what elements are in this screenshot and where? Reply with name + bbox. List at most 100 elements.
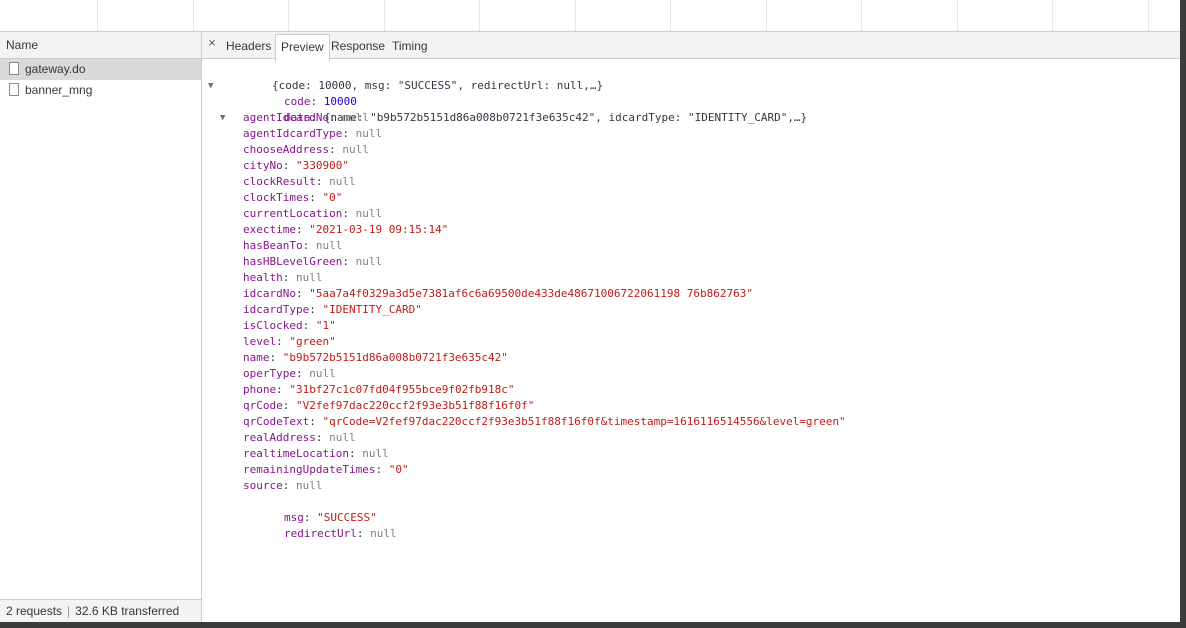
timeline-gridline bbox=[1148, 0, 1149, 31]
json-key: phone bbox=[243, 383, 277, 396]
json-key: isClocked bbox=[243, 319, 303, 332]
json-value: "31bf27c1c07fd04f955bce9f02fb918c" bbox=[289, 383, 515, 396]
json-field-currentlocation: currentLocation: null bbox=[243, 207, 383, 220]
tab-timing[interactable]: Timing bbox=[387, 32, 433, 58]
timeline-gridline bbox=[766, 0, 767, 31]
json-value: "IDENTITY_CARD" bbox=[322, 303, 422, 316]
json-field-realaddress: realAddress: null bbox=[243, 431, 356, 444]
json-field-chooseaddress: chooseAddress: null bbox=[243, 143, 369, 156]
json-value: "330900" bbox=[296, 159, 349, 172]
document-icon bbox=[9, 62, 19, 75]
json-field-agentidcardtype: agentIdcardType: null bbox=[243, 127, 383, 140]
detail-tab-bar: × Headers Preview Response Timing bbox=[202, 32, 1180, 62]
json-field-opertype: operType: null bbox=[243, 367, 336, 380]
json-key: agentIdcardNo bbox=[243, 111, 330, 124]
timeline-overview[interactable] bbox=[0, 0, 1180, 32]
json-value: null bbox=[329, 175, 356, 188]
json-key: operType bbox=[243, 367, 296, 380]
devtools-network-panel: Name gateway.do banner_mng 2 requests | 32… bbox=[0, 0, 1180, 622]
request-name: gateway.do bbox=[25, 62, 86, 76]
json-key: qrCodeText bbox=[243, 415, 310, 428]
json-root-node[interactable]: ▼ {code: 10000, msg: "SUCCESS", redirectU… bbox=[202, 62, 1180, 92]
json-value: null bbox=[309, 367, 336, 380]
timeline-gridline bbox=[1052, 0, 1053, 31]
json-field-hashblevelgreen: hasHBLevelGreen: null bbox=[243, 255, 383, 268]
json-value: "green" bbox=[289, 335, 336, 348]
json-key: name bbox=[243, 351, 270, 364]
json-value: null bbox=[355, 207, 383, 220]
json-field-health: health: null bbox=[243, 271, 323, 284]
json-value: "V2fef97dac220ccf2f93e3b51f88f16f0f" bbox=[296, 399, 535, 412]
tab-headers[interactable]: Headers bbox=[221, 32, 276, 58]
json-field-code: code: 10000 bbox=[283, 95, 357, 108]
timeline-gridline bbox=[479, 0, 480, 31]
json-key: redirectUrl bbox=[283, 527, 357, 540]
json-key: idcardType bbox=[243, 303, 310, 316]
json-field-qrcode: qrCode: "V2fef97dac220ccf2f93e3b51f88f16… bbox=[243, 399, 535, 412]
json-value: null bbox=[329, 431, 356, 444]
tab-preview[interactable]: Preview bbox=[275, 34, 330, 62]
json-field-clocktimes: clockTimes: "0" bbox=[243, 191, 343, 204]
document-icon bbox=[9, 83, 19, 96]
json-value: null bbox=[355, 127, 383, 140]
json-key: source bbox=[243, 479, 283, 492]
json-key: clockResult bbox=[243, 175, 316, 188]
tab-response[interactable]: Response bbox=[326, 32, 390, 58]
json-preview-tree: ▼ {code: 10000, msg: "SUCCESS", redirectU… bbox=[202, 62, 1180, 540]
timeline-gridline bbox=[575, 0, 576, 31]
json-value: "b9b572b5151d86a008b0721f3e635c42" bbox=[282, 351, 508, 364]
json-value: "2021-03-19 09:15:14" bbox=[309, 223, 449, 236]
json-key: hasHBLevelGreen bbox=[243, 255, 343, 268]
json-key: hasBeanTo bbox=[243, 239, 303, 252]
json-field-msg: msg: "SUCCESS" bbox=[283, 511, 377, 524]
json-field-idcardtype: idcardType: "IDENTITY_CARD" bbox=[243, 303, 422, 316]
json-field-agentidcardno: agentIdcardNo: null bbox=[243, 111, 369, 124]
transferred-size: 32.6 KB transferred bbox=[75, 604, 180, 618]
request-detail-pane: × Headers Preview Response Timing ▼ {code… bbox=[202, 32, 1180, 622]
json-key: chooseAddress bbox=[243, 143, 330, 156]
json-key: realtimeLocation bbox=[243, 447, 349, 460]
request-list-pane: Name gateway.do banner_mng 2 requests | 32… bbox=[0, 32, 202, 622]
timeline-gridline bbox=[861, 0, 862, 31]
json-field-hasbeanto: hasBeanTo: null bbox=[243, 239, 343, 252]
json-field-isclocked: isClocked: "1" bbox=[243, 319, 336, 332]
json-key: idcardNo bbox=[243, 287, 296, 300]
json-value: "0" bbox=[322, 191, 343, 204]
json-key: health bbox=[243, 271, 283, 284]
json-value: "qrCode=V2fef97dac220ccf2f93e3b51f88f16f… bbox=[322, 415, 846, 428]
timeline-gridline bbox=[288, 0, 289, 31]
json-key: exectime bbox=[243, 223, 296, 236]
timeline-gridline bbox=[957, 0, 958, 31]
json-field-level: level: "green" bbox=[243, 335, 336, 348]
json-field-realtimelocation: realtimeLocation: null bbox=[243, 447, 389, 460]
json-value: null bbox=[342, 143, 369, 156]
close-icon[interactable]: × bbox=[205, 36, 219, 50]
timeline-gridline bbox=[193, 0, 194, 31]
json-value: null bbox=[370, 527, 397, 540]
json-key: cityNo bbox=[243, 159, 283, 172]
json-value: "5aa7a4f0329a3d5e7381af6c6a69500de433de4… bbox=[309, 287, 753, 300]
json-value: null bbox=[342, 111, 369, 124]
json-key: level bbox=[243, 335, 277, 348]
json-key: currentLocation bbox=[243, 207, 343, 220]
json-value: null bbox=[355, 255, 383, 268]
json-value: null bbox=[362, 447, 389, 460]
json-data-node[interactable]: ▼ data: {name: "b9b572b5151d86a008b0721f3… bbox=[202, 94, 1180, 124]
json-value: null bbox=[296, 271, 323, 284]
json-value: "1" bbox=[315, 319, 336, 332]
json-field-remainingupdatetimes: remainingUpdateTimes: "0" bbox=[243, 463, 409, 476]
request-row-banner[interactable]: banner_mng bbox=[0, 80, 201, 101]
json-field-exectime: exectime: "2021-03-19 09:15:14" bbox=[243, 223, 449, 236]
json-field-name: name: "b9b572b5151d86a008b0721f3e635c42" bbox=[243, 351, 508, 364]
status-separator: | bbox=[67, 604, 71, 618]
request-row-gateway[interactable]: gateway.do bbox=[0, 59, 201, 80]
json-field-qrcodetext: qrCodeText: "qrCode=V2fef97dac220ccf2f93… bbox=[243, 415, 846, 428]
timeline-gridline bbox=[384, 0, 385, 31]
json-key: agentIdcardType bbox=[243, 127, 343, 140]
json-field-redirecturl: redirectUrl: null bbox=[283, 527, 397, 540]
json-key: realAddress bbox=[243, 431, 316, 444]
name-column-header[interactable]: Name bbox=[0, 32, 201, 59]
json-field-cityno: cityNo: "330900" bbox=[243, 159, 349, 172]
timeline-gridline bbox=[97, 0, 98, 31]
json-field-source: source: null bbox=[243, 479, 323, 492]
